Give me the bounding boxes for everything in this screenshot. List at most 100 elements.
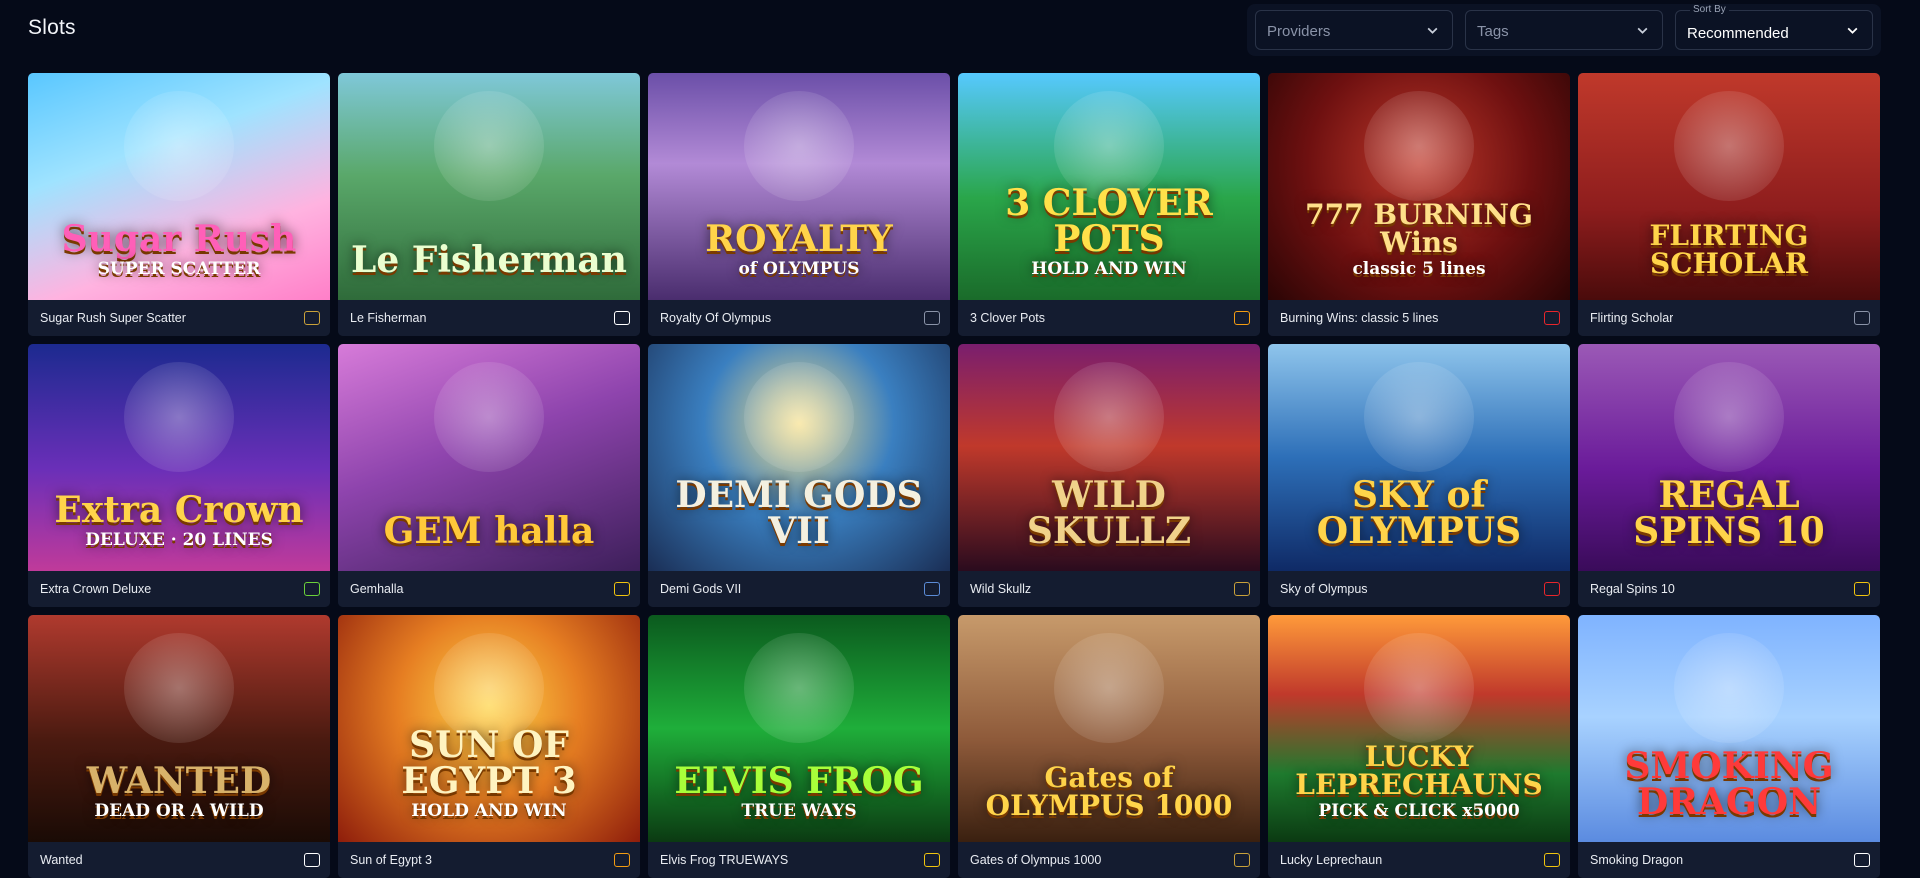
game-artwork-subtitle: SUPER SCATTER [97, 259, 261, 279]
game-artwork-title: DEMI GODS VII [675, 474, 923, 552]
pragmatic-play-icon [1234, 582, 1250, 596]
game-artwork-title: SUN OF EGYPT 3 HOLD AND WIN [338, 727, 640, 820]
game-artwork-title: Gates of OLYMPUS 1000 [985, 761, 1233, 822]
gear-icon [1544, 853, 1560, 867]
game-thumbnail[interactable]: SMOKING DRAGON [1578, 615, 1880, 842]
artwork-glow [1364, 633, 1474, 743]
game-card[interactable]: Le Fisherman Le Fisherman [338, 73, 640, 336]
hacksaw-icon [304, 853, 320, 867]
game-card[interactable]: DEMI GODS VII Demi Gods VII [648, 344, 950, 607]
game-name: Sugar Rush Super Scatter [40, 311, 186, 325]
game-name: Lucky Leprechaun [1280, 853, 1383, 867]
game-thumbnail[interactable]: ELVIS FROG TRUE WAYS [648, 615, 950, 842]
game-card[interactable]: Sugar Rush SUPER SCATTER Sugar Rush Super … [28, 73, 330, 336]
game-info-bar: Regal Spins 10 [1578, 571, 1880, 607]
game-artwork-subtitle: HOLD AND WIN [1031, 259, 1187, 279]
game-card[interactable]: SMOKING DRAGON Smoking Dragon [1578, 615, 1880, 878]
game-info-bar: Smoking Dragon [1578, 842, 1880, 878]
chevron-down-icon [1847, 27, 1858, 34]
tags-dropdown[interactable]: Tags [1465, 10, 1663, 50]
game-artwork-title: LUCKY LEPRECHAUNS PICK & CLICK x5000 [1268, 743, 1570, 820]
game-info-bar: Le Fisherman [338, 300, 640, 336]
game-info-bar: Gates of Olympus 1000 [958, 842, 1260, 878]
game-card[interactable]: Extra Crown DELUXE · 20 LINES Extra Crown … [28, 344, 330, 607]
game-name: 3 Clover Pots [970, 311, 1046, 325]
artwork-glow [1674, 633, 1784, 743]
game-artwork-title: Le Fisherman [351, 239, 627, 281]
game-artwork-title: REGAL SPINS 10 [1633, 474, 1825, 552]
chevron-down-icon [1427, 27, 1438, 34]
game-name: Regal Spins 10 [1590, 582, 1675, 596]
game-info-bar: Elvis Frog TRUEWAYS [648, 842, 950, 878]
game-artwork-title: ROYALTY of OLYMPUS [648, 221, 950, 278]
game-name: Demi Gods VII [660, 582, 742, 596]
game-card[interactable]: SKY of OLYMPUS Sky of Olympus [1268, 344, 1570, 607]
game-info-bar: Royalty Of Olympus [648, 300, 950, 336]
game-thumbnail[interactable]: REGAL SPINS 10 [1578, 344, 1880, 571]
page-title: Slots [28, 16, 76, 39]
game-card[interactable]: FLIRTING SCHOLAR Flirting Scholar [1578, 73, 1880, 336]
game-name: Extra Crown Deluxe [40, 582, 152, 596]
game-card[interactable]: Gates of OLYMPUS 1000 Gates of Olympus 10… [958, 615, 1260, 878]
game-thumbnail[interactable]: Gates of OLYMPUS 1000 [958, 615, 1260, 842]
game-thumbnail[interactable]: SKY of OLYMPUS [1268, 344, 1570, 571]
game-name: Gemhalla [350, 582, 404, 596]
game-card[interactable]: ROYALTY of OLYMPUS Royalty Of Olympus [648, 73, 950, 336]
game-artwork-subtitle: of OLYMPUS [738, 259, 860, 279]
hacksaw-icon [1854, 853, 1870, 867]
game-thumbnail[interactable]: WILD SKULLZ [958, 344, 1260, 571]
artwork-glow [1364, 362, 1474, 472]
bgaming-icon [924, 853, 940, 867]
game-artwork-subtitle: DELUXE · 20 LINES [85, 530, 273, 550]
grid-dots-icon [924, 311, 940, 325]
game-name: Le Fisherman [350, 311, 427, 325]
game-name: Flirting Scholar [1590, 311, 1674, 325]
game-info-bar: Demi Gods VII [648, 571, 950, 607]
game-card[interactable]: WANTED DEAD OR A WILD Wanted [28, 615, 330, 878]
tags-dropdown-label: Tags [1477, 23, 1509, 40]
game-name: Royalty Of Olympus [660, 311, 772, 325]
sort-by-caption: Sort By [1690, 4, 1729, 15]
game-info-bar: Sun of Egypt 3 [338, 842, 640, 878]
game-thumbnail[interactable]: DEMI GODS VII [648, 344, 950, 571]
game-info-bar: Wanted [28, 842, 330, 878]
game-thumbnail[interactable]: Extra Crown DELUXE · 20 LINES [28, 344, 330, 571]
game-card[interactable]: 777 BURNING Wins classic 5 lines Burning W… [1268, 73, 1570, 336]
game-card[interactable]: 3 CLOVER POTS HOLD AND WIN 3 Clover Pots [958, 73, 1260, 336]
game-thumbnail[interactable]: 777 BURNING Wins classic 5 lines [1268, 73, 1570, 300]
game-name: Wild Skullz [970, 582, 1032, 596]
game-thumbnail[interactable]: WANTED DEAD OR A WILD [28, 615, 330, 842]
game-card[interactable]: GEM halla Gemhalla [338, 344, 640, 607]
game-thumbnail[interactable]: ROYALTY of OLYMPUS [648, 73, 950, 300]
game-thumbnail[interactable]: 3 CLOVER POTS HOLD AND WIN [958, 73, 1260, 300]
providers-dropdown[interactable]: Providers [1255, 10, 1453, 50]
game-info-bar: Wild Skullz [958, 571, 1260, 607]
game-card[interactable]: ELVIS FROG TRUE WAYS Elvis Frog TRUEWAYS [648, 615, 950, 878]
game-artwork-title: WANTED DEAD OR A WILD [28, 763, 330, 820]
game-thumbnail[interactable]: Le Fisherman [338, 73, 640, 300]
game-artwork-subtitle: HOLD AND WIN [411, 801, 567, 821]
game-card[interactable]: REGAL SPINS 10 Regal Spins 10 [1578, 344, 1880, 607]
game-thumbnail[interactable]: LUCKY LEPRECHAUNS PICK & CLICK x5000 [1268, 615, 1570, 842]
chevron-down-icon [1637, 27, 1648, 34]
game-thumbnail[interactable]: GEM halla [338, 344, 640, 571]
game-info-bar: Flirting Scholar [1578, 300, 1880, 336]
game-card[interactable]: SUN OF EGYPT 3 HOLD AND WIN Sun of Egypt 3 [338, 615, 640, 878]
providers-dropdown-label: Providers [1267, 23, 1331, 40]
artwork-glow [1674, 362, 1784, 472]
game-name: Elvis Frog TRUEWAYS [660, 853, 789, 867]
artwork-glow [124, 633, 234, 743]
game-info-bar: Gemhalla [338, 571, 640, 607]
game-card[interactable]: WILD SKULLZ Wild Skullz [958, 344, 1260, 607]
games-grid: Sugar Rush SUPER SCATTER Sugar Rush Super … [28, 73, 1882, 878]
game-card[interactable]: LUCKY LEPRECHAUNS PICK & CLICK x5000 Lucky… [1268, 615, 1570, 878]
game-thumbnail[interactable]: FLIRTING SCHOLAR [1578, 73, 1880, 300]
artwork-glow [1674, 91, 1784, 201]
booongo-icon [1234, 311, 1250, 325]
game-thumbnail[interactable]: SUN OF EGYPT 3 HOLD AND WIN [338, 615, 640, 842]
game-artwork-title: ELVIS FROG TRUE WAYS [648, 763, 950, 820]
sort-by-dropdown[interactable]: Sort By Recommended [1675, 4, 1873, 50]
game-thumbnail[interactable]: Sugar Rush SUPER SCATTER [28, 73, 330, 300]
game-artwork-title: 3 CLOVER POTS HOLD AND WIN [958, 185, 1260, 278]
game-info-bar: Sugar Rush Super Scatter [28, 300, 330, 336]
